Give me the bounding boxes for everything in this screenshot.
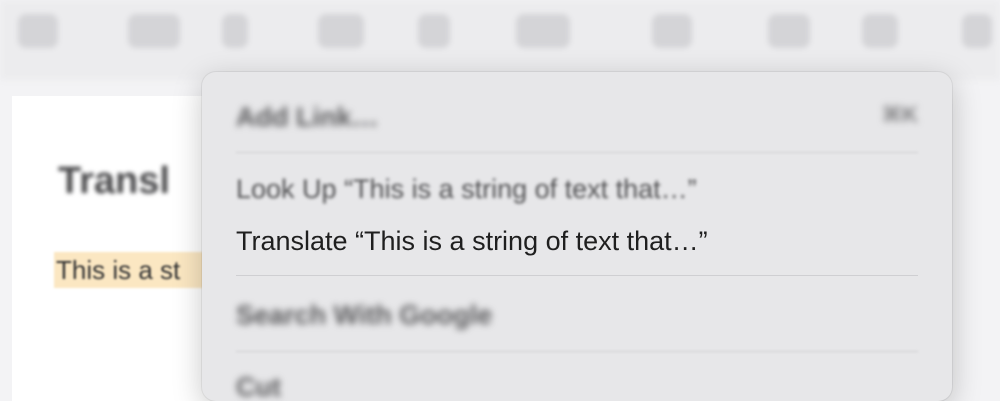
toolbar <box>0 0 1000 80</box>
toolbar-icon[interactable] <box>516 14 570 48</box>
menu-item-search-google[interactable]: Search With Google <box>236 300 918 331</box>
menu-item-cut[interactable]: Cut <box>236 372 918 401</box>
toolbar-icon[interactable] <box>768 14 810 48</box>
toolbar-icon[interactable] <box>18 14 58 48</box>
menu-separator <box>236 275 918 276</box>
toolbar-icon[interactable] <box>962 14 992 48</box>
menu-item-look-up[interactable]: Look Up “This is a string of text that…” <box>236 174 918 205</box>
menu-separator <box>236 351 918 352</box>
menu-item-translate[interactable]: Translate “This is a string of text that… <box>236 226 918 257</box>
toolbar-icon[interactable] <box>862 14 898 48</box>
toolbar-icon[interactable] <box>222 14 248 48</box>
context-menu: Add Link… ⌘K Look Up “This is a string o… <box>202 72 952 401</box>
toolbar-icon[interactable] <box>318 14 364 48</box>
toolbar-icon[interactable] <box>652 14 692 48</box>
menu-separator <box>236 152 918 153</box>
menu-item-label: Add Link… <box>236 102 379 132</box>
toolbar-icon[interactable] <box>128 14 180 48</box>
toolbar-icon[interactable] <box>418 14 450 48</box>
document-title: Transl <box>58 160 170 202</box>
menu-item-add-link[interactable]: Add Link… ⌘K <box>236 102 918 133</box>
shortcut-label: ⌘K <box>881 102 918 127</box>
